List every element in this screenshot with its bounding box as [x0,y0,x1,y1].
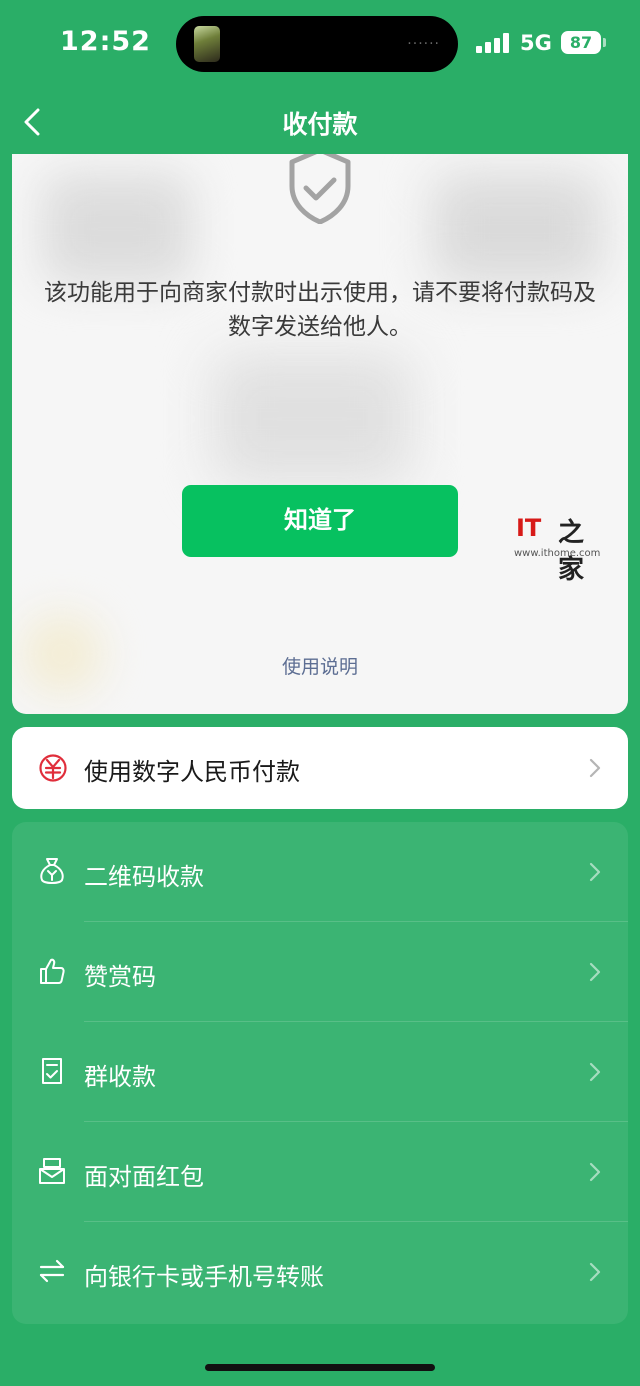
blurred-barcode-left [42,174,192,284]
battery-cap [603,38,606,47]
red-packet-icon [39,1158,65,1184]
group-receipt-icon [42,1058,62,1084]
acknowledge-button[interactable]: 知道了 [182,485,458,557]
chevron-right-icon [589,758,601,778]
chevron-right-icon [589,962,601,982]
menu-item-label: 赞赏码 [84,963,156,991]
menu-item-label: 二维码收款 [84,863,204,891]
ithome-logo: IT 之家 [514,514,606,585]
status-time: 12:52 [60,26,151,57]
menu-item-group-receive[interactable]: 群收款 [12,1022,628,1122]
watermark-url: www.ithome.com [514,548,601,559]
usage-instructions-link[interactable]: 使用说明 [12,652,628,679]
ithome-watermark: IT 之家 www.ithome.com [514,514,606,585]
network-type: 5G [520,31,552,55]
chevron-right-icon [589,1262,601,1282]
battery-level: 87 [569,33,593,52]
page-title: 收付款 [282,110,358,139]
chevron-right-icon [589,1162,601,1182]
watermark-it: IT [516,514,542,542]
menu-item-face-to-face-packet[interactable]: 面对面红包 [12,1122,628,1222]
digital-rmb-label: 使用数字人民币付款 [84,758,300,786]
menu-item-qr-receive[interactable]: 二维码收款 [12,822,628,922]
signal-icon [476,33,510,53]
payment-code-card: 该功能用于向商家付款时出示使用，请不要将付款码及数字发送给他人。 知道了 IT … [12,154,628,714]
menu-item-bank-transfer[interactable]: 向银行卡或手机号转账 [12,1222,628,1322]
chevron-right-icon [589,1062,601,1082]
menu-item-reward-code[interactable]: 赞赏码 [12,922,628,1022]
transfer-icon [39,1259,65,1283]
security-notice: 该功能用于向商家付款时出示使用，请不要将付款码及数字发送给他人。 [44,280,596,340]
digital-rmb-icon [39,754,67,782]
menu-item-label: 面对面红包 [84,1163,204,1191]
payment-menu: 二维码收款 赞赏码 群收款 面对面红包 向银行卡或手机号转账 [12,822,628,1324]
menu-item-label: 群收款 [84,1063,156,1091]
blurred-qr-code [212,354,412,484]
menu-item-label: 向银行卡或手机号转账 [84,1263,324,1291]
money-bag-icon [40,858,64,884]
status-bar: 12:52 ······ 5G 87 [0,0,640,90]
battery-icon: 87 [561,31,601,54]
audio-waveform-icon: ······ [407,36,440,52]
dynamic-island[interactable]: ······ [176,16,458,72]
home-indicator[interactable] [205,1364,435,1371]
chevron-right-icon [589,862,601,882]
media-thumbnail [194,26,220,62]
nav-bar: 收付款 [0,90,640,154]
blurred-barcode-right [432,174,602,284]
digital-rmb-row[interactable]: 使用数字人民币付款 [12,727,628,809]
shield-check-icon [289,154,351,224]
thumbs-up-icon [40,958,65,984]
